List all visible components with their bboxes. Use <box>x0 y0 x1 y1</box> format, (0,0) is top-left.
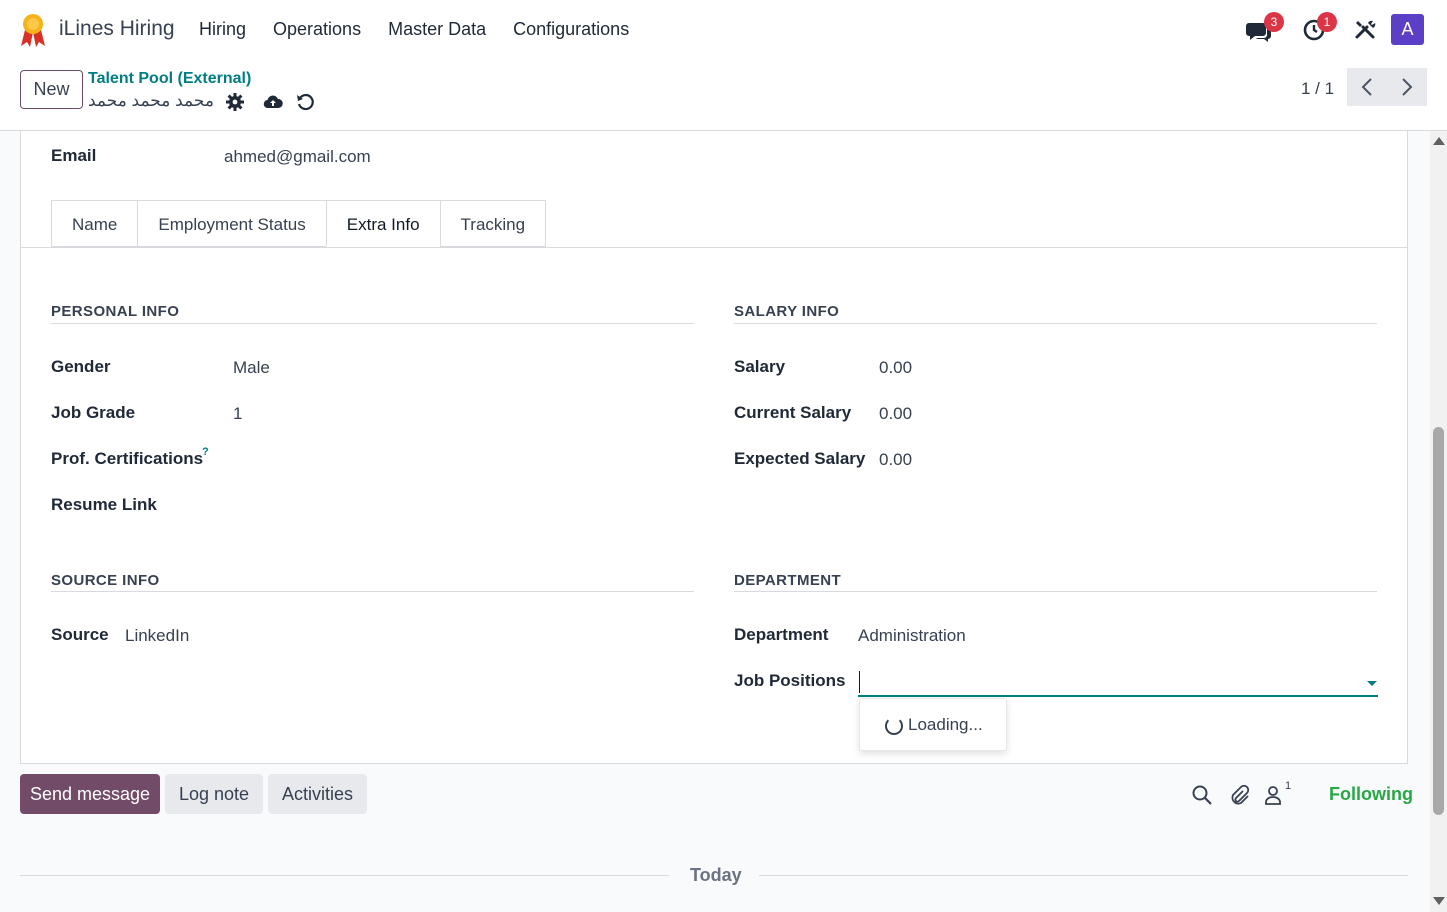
scroll-down-arrow-icon[interactable] <box>1433 897 1445 905</box>
main-menu: Hiring Operations Master Data Configurat… <box>199 19 629 40</box>
salary-label: Salary <box>734 357 786 376</box>
menu-item-configurations[interactable]: Configurations <box>513 19 629 40</box>
scrollbar[interactable] <box>1430 131 1447 912</box>
spinner-icon <box>885 717 903 735</box>
department-divider <box>734 591 1377 592</box>
control-panel: New Talent Pool (External) محمد محمد محم… <box>0 60 1447 131</box>
current-salary-value[interactable]: 0.00 <box>879 404 912 424</box>
tab-employment-status[interactable]: Employment Status <box>137 200 326 247</box>
personal-info-divider <box>51 323 694 324</box>
tools-icon[interactable] <box>1354 18 1376 40</box>
scroll-up-arrow-icon[interactable] <box>1433 137 1445 145</box>
source-info-title: SOURCE INFO <box>51 572 160 589</box>
dropdown-loading-text: Loading... <box>908 715 983 734</box>
activities-badge: 1 <box>1317 12 1337 32</box>
gear-icon[interactable] <box>225 92 245 112</box>
department-label: Department <box>734 625 829 644</box>
messages-badge: 3 <box>1264 12 1284 32</box>
menu-item-hiring[interactable]: Hiring <box>199 19 246 40</box>
gender-value[interactable]: Male <box>233 358 270 378</box>
form-sheet: Email ahmed@gmail.com Name Employment St… <box>20 131 1408 764</box>
today-separator: Today <box>690 865 742 885</box>
job-positions-label: Job Positions <box>734 671 846 690</box>
paperclip-icon[interactable] <box>1228 784 1250 806</box>
certifications-help-icon[interactable]: ? <box>202 446 209 458</box>
job-positions-input[interactable] <box>858 669 1363 695</box>
following-button[interactable]: Following <box>1329 784 1413 805</box>
job-positions-underline <box>858 695 1378 697</box>
record-name: محمد محمد محمد <box>88 91 214 110</box>
salary-info-title: SALARY INFO <box>734 303 840 320</box>
job-grade-label: Job Grade <box>51 403 136 422</box>
salary-info-divider <box>734 323 1377 324</box>
today-divider-left <box>20 875 669 876</box>
current-salary-label: Current Salary <box>734 403 852 422</box>
followers-count: 1 <box>1285 780 1292 792</box>
activities-button[interactable]: 1 <box>1302 12 1337 46</box>
new-button[interactable]: New <box>20 70 83 109</box>
text-caret <box>859 671 860 693</box>
expected-salary-value[interactable]: 0.00 <box>879 450 912 470</box>
menu-item-operations[interactable]: Operations <box>273 19 361 40</box>
log-note-button[interactable]: Log note <box>165 774 263 814</box>
chevron-right-icon <box>1402 78 1413 96</box>
dropdown-caret-icon[interactable] <box>1367 681 1377 686</box>
user-avatar[interactable]: A <box>1391 14 1424 45</box>
pager-previous-button[interactable] <box>1347 68 1387 106</box>
today-divider-right <box>759 875 1408 876</box>
department-title: DEPARTMENT <box>734 572 842 589</box>
menu-item-master-data[interactable]: Master Data <box>388 19 486 40</box>
app-name[interactable]: iLines Hiring <box>59 17 175 41</box>
email-label: Email <box>51 146 97 165</box>
notebook-tabs: Name Employment Status Extra Info Tracki… <box>51 200 547 247</box>
breadcrumb-talent-pool[interactable]: Talent Pool (External) <box>88 70 251 88</box>
expected-salary-label: Expected Salary <box>734 449 866 468</box>
scrollbar-thumb[interactable] <box>1433 427 1444 815</box>
pager-next-button[interactable] <box>1387 68 1427 106</box>
department-value[interactable]: Administration <box>858 626 966 646</box>
tab-extra-info[interactable]: Extra Info <box>325 200 440 247</box>
messages-button[interactable]: 3 <box>1245 12 1284 46</box>
certifications-label: Prof. Certifications <box>51 449 204 468</box>
app-logo-icon[interactable] <box>18 12 48 48</box>
chevron-left-icon <box>1361 78 1372 96</box>
activities-button-chatter[interactable]: Activities <box>268 774 367 814</box>
cloud-upload-icon[interactable] <box>262 92 284 112</box>
discard-icon[interactable] <box>295 92 315 112</box>
salary-value[interactable]: 0.00 <box>879 358 912 378</box>
job-grade-value[interactable]: 1 <box>233 404 242 424</box>
pager-value[interactable]: 1 / 1 <box>1301 79 1334 99</box>
tab-name[interactable]: Name <box>51 200 138 247</box>
tab-tracking[interactable]: Tracking <box>439 200 547 247</box>
email-value[interactable]: ahmed@gmail.com <box>224 147 371 167</box>
send-message-button[interactable]: Send message <box>20 774 160 814</box>
top-navbar: iLines Hiring Hiring Operations Master D… <box>0 0 1447 60</box>
job-positions-dropdown: Loading... <box>859 698 1007 751</box>
source-value[interactable]: LinkedIn <box>125 626 189 646</box>
personal-info-title: PERSONAL INFO <box>51 303 180 320</box>
search-icon[interactable] <box>1191 784 1213 806</box>
tab-divider <box>21 247 1407 248</box>
resume-link-label: Resume Link <box>51 495 157 514</box>
gender-label: Gender <box>51 357 111 376</box>
source-label: Source <box>51 625 109 644</box>
followers-icon[interactable] <box>1262 784 1284 806</box>
source-info-divider <box>51 591 694 592</box>
